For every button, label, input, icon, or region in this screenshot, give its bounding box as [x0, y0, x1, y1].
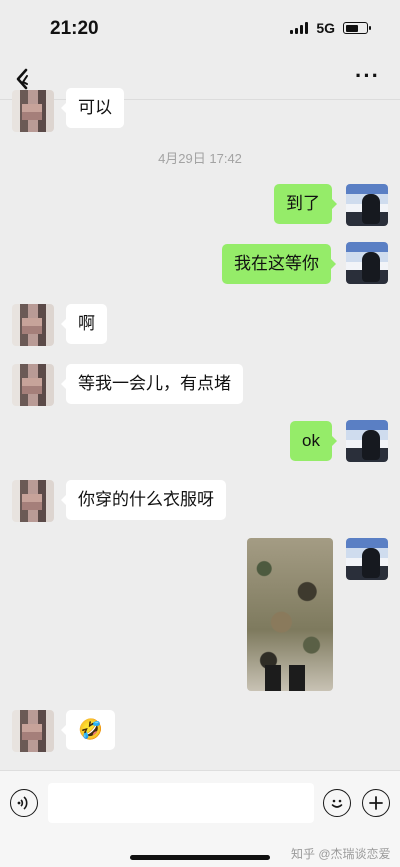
message-bubble-incoming[interactable]: 你穿的什么衣服呀	[61, 480, 226, 520]
contact-avatar[interactable]	[12, 480, 54, 522]
my-avatar[interactable]	[346, 538, 388, 580]
message-bubble-outgoing[interactable]: 我在这等你	[222, 244, 336, 284]
message-row: 到了	[0, 184, 400, 226]
message-bubble-outgoing[interactable]: 到了	[274, 184, 337, 224]
message-timestamp: 4月29日 17:42	[158, 151, 242, 166]
network-type: 5G	[316, 20, 335, 36]
photo-camouflage-jacket-icon[interactable]	[247, 538, 333, 691]
status-time: 21:20	[50, 18, 99, 39]
contact-avatar[interactable]	[12, 364, 54, 406]
message-row: 可以	[0, 88, 400, 132]
message-row: 等我一会儿，有点堵	[0, 364, 400, 406]
message-row: 啊	[0, 304, 400, 346]
contact-avatar[interactable]	[12, 90, 54, 132]
message-input[interactable]	[48, 783, 314, 823]
plus-icon[interactable]	[362, 789, 390, 817]
message-bubble-incoming[interactable]: 等我一会儿，有点堵	[61, 364, 243, 404]
my-avatar[interactable]	[346, 242, 388, 284]
my-avatar[interactable]	[346, 420, 388, 462]
message-row: 我在这等你	[0, 242, 400, 284]
message-bubble-outgoing[interactable]: ok	[290, 421, 337, 461]
status-indicators: 5G	[290, 20, 371, 36]
battery-fill	[345, 24, 358, 32]
voice-icon[interactable]	[10, 789, 38, 817]
message-bubble-incoming[interactable]: 啊	[61, 304, 107, 344]
message-row: 🤣	[0, 710, 400, 752]
chat-history[interactable]: 可以 4月29日 17:42 到了 我在这等你 啊 等我一会儿，有点堵 ok 你…	[0, 88, 400, 770]
input-bar: 知乎 @杰瑞谈恋爱	[0, 770, 400, 867]
contact-avatar[interactable]	[12, 304, 54, 346]
my-avatar[interactable]	[346, 184, 388, 226]
home-indicator[interactable]	[130, 855, 270, 860]
status-bar: 21:20 5G	[0, 0, 400, 56]
message-row: ok	[0, 420, 400, 462]
watermark: 知乎 @杰瑞谈恋爱	[291, 847, 391, 861]
more-options-button[interactable]: ···	[355, 65, 380, 87]
emoji-icon[interactable]	[323, 789, 351, 817]
back-arrow-icon[interactable]	[14, 68, 34, 90]
contact-avatar[interactable]	[12, 710, 54, 752]
battery-icon	[343, 22, 371, 34]
message-bubble-emoji[interactable]: 🤣	[61, 710, 115, 750]
signal-icon	[290, 22, 309, 34]
message-row	[0, 538, 400, 693]
message-row: 你穿的什么衣服呀	[0, 480, 400, 522]
message-bubble-incoming[interactable]: 可以	[61, 88, 124, 128]
